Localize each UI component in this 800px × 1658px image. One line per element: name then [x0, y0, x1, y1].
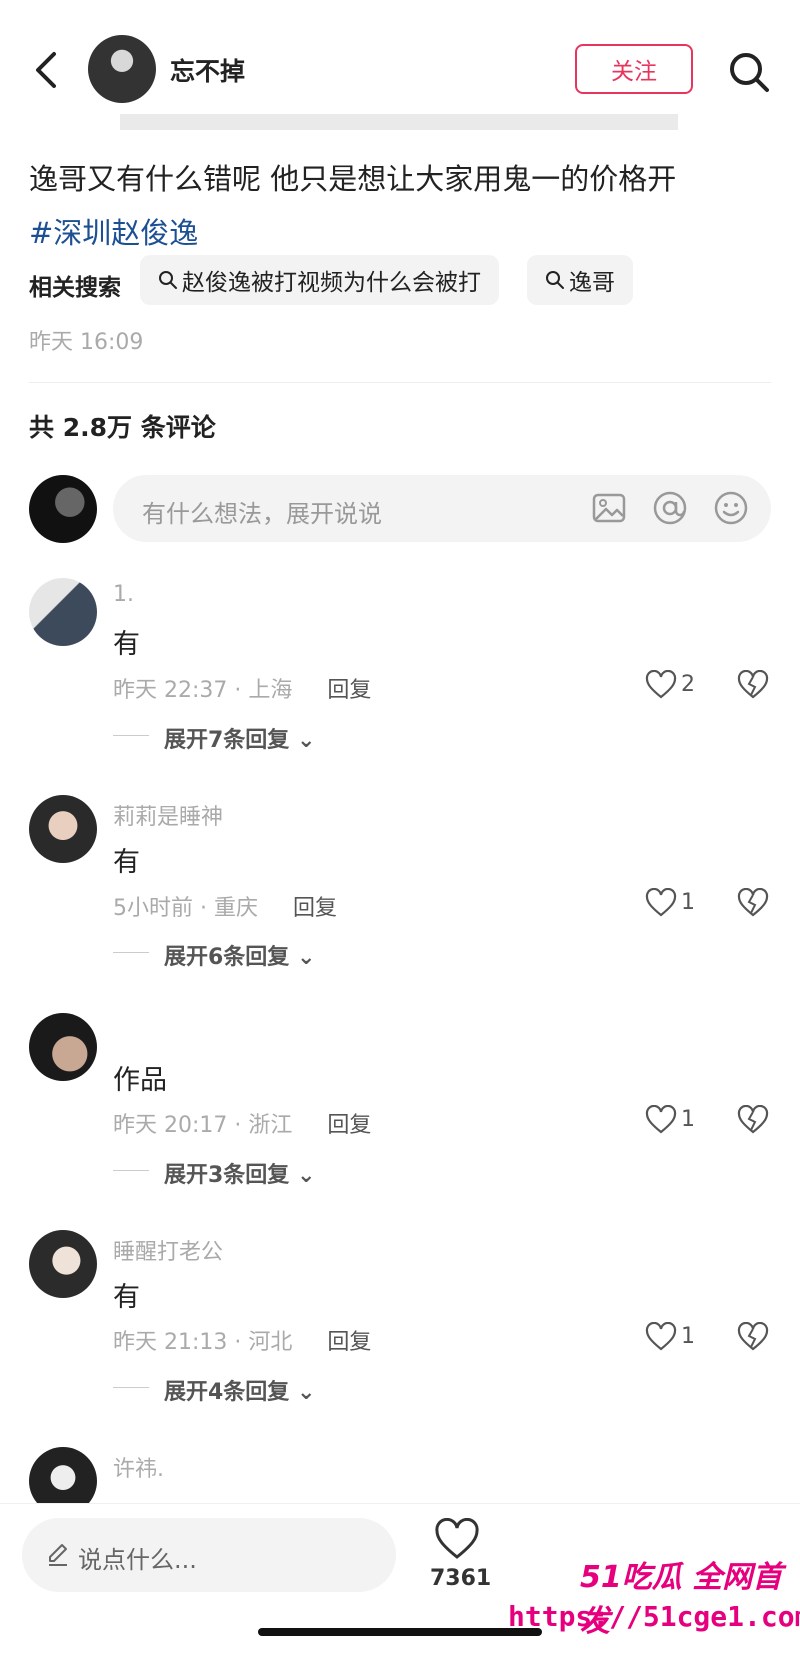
commenter-avatar[interactable]	[29, 795, 97, 863]
like-heart-icon[interactable]	[645, 1105, 677, 1135]
like-heart-icon[interactable]	[645, 1322, 677, 1352]
reply-button[interactable]: 回复	[327, 1330, 371, 1355]
commenter-name[interactable]: 许祎.	[113, 1451, 164, 1483]
comment-count: 共 2.8万 条评论	[29, 413, 216, 442]
dislike-heart-icon[interactable]	[737, 888, 769, 918]
related-search-text: 逸哥	[569, 270, 615, 296]
commenter-avatar[interactable]	[29, 1230, 97, 1298]
comment-text: 有	[113, 629, 140, 660]
expand-divider	[113, 952, 149, 953]
pencil-icon	[49, 1544, 67, 1566]
dislike-heart-icon[interactable]	[737, 1322, 769, 1352]
author-avatar[interactable]	[88, 35, 156, 103]
post-text: 逸哥又有什么错呢 他只是想让大家用鬼一的价格开	[29, 162, 677, 196]
like-post-heart-icon[interactable]	[434, 1518, 480, 1560]
current-user-avatar	[29, 475, 97, 543]
search-icon	[546, 271, 564, 289]
related-search-text: 赵俊逸被打视频为什么会被打	[182, 270, 481, 296]
comment-meta: 昨天 21:13 · 河北 回复	[113, 1324, 371, 1356]
comment-meta: 昨天 22:37 · 上海 回复	[113, 672, 371, 704]
post-caption: 逸哥又有什么错呢 他只是想让大家用鬼一的价格开 #深圳赵俊逸	[29, 152, 769, 260]
chevron-down-icon: ⌄	[296, 945, 316, 970]
comment-meta: 5小时前 · 重庆 回复	[113, 890, 337, 922]
watermark-url: https://51cge1.com	[508, 1600, 800, 1633]
commenter-name[interactable]: 莉莉是睡神	[113, 799, 223, 831]
search-icon[interactable]	[727, 50, 771, 94]
dislike-heart-icon[interactable]	[737, 670, 769, 700]
post-like-count: 7361	[430, 1566, 492, 1591]
chevron-down-icon: ⌄	[296, 728, 316, 753]
like-count: 1	[681, 1107, 695, 1132]
comment-time-location: 昨天 20:17 · 浙江	[113, 1113, 293, 1138]
expand-divider	[113, 1170, 149, 1171]
expand-replies-label: 展开4条回复	[164, 1380, 290, 1405]
comment-input-placeholder: 有什么想法，展开说说	[142, 500, 382, 528]
like-heart-icon[interactable]	[645, 670, 677, 700]
like-count: 1	[681, 1324, 695, 1349]
post-timestamp: 昨天 16:09	[29, 330, 144, 355]
search-icon	[159, 271, 177, 289]
commenter-name[interactable]: 睡醒打老公	[113, 1234, 223, 1266]
expand-replies-label: 展开7条回复	[164, 728, 290, 753]
expand-replies-label: 展开3条回复	[164, 1163, 290, 1188]
expand-divider	[113, 1387, 149, 1388]
comment-text: 有	[113, 1282, 140, 1313]
follow-button[interactable]: 关注	[575, 44, 693, 94]
emoji-icon[interactable]	[712, 489, 750, 527]
dislike-heart-icon[interactable]	[737, 1105, 769, 1135]
reply-button[interactable]: 回复	[327, 678, 371, 703]
related-search-chip[interactable]: 逸哥	[527, 255, 633, 305]
expand-replies-button[interactable]: 展开4条回复 ⌄	[164, 1374, 315, 1406]
commenter-name[interactable]: 1.	[113, 582, 134, 607]
post-image-edge	[120, 114, 678, 130]
commenter-avatar[interactable]	[29, 578, 97, 646]
home-indicator[interactable]	[258, 1628, 542, 1636]
expand-replies-button[interactable]: 展开3条回复 ⌄	[164, 1157, 315, 1189]
like-count: 2	[681, 672, 695, 697]
reply-button[interactable]: 回复	[293, 896, 337, 921]
chevron-down-icon: ⌄	[296, 1380, 316, 1405]
comment-time-location: 昨天 21:13 · 河北	[113, 1330, 293, 1355]
at-mention-icon[interactable]	[651, 489, 689, 527]
author-name[interactable]: 忘不掉	[170, 52, 245, 88]
say-something-placeholder: 说点什么...	[78, 1546, 197, 1574]
hashtag-link[interactable]: #深圳赵俊逸	[29, 206, 769, 260]
back-icon[interactable]	[28, 48, 68, 92]
commenter-avatar[interactable]	[29, 1013, 97, 1081]
comment-time-location: 5小时前 · 重庆	[113, 896, 258, 921]
comment-meta: 昨天 20:17 · 浙江 回复	[113, 1107, 371, 1139]
chevron-down-icon: ⌄	[296, 1163, 316, 1188]
divider	[29, 382, 771, 383]
comment-text: 有	[113, 847, 140, 878]
expand-replies-button[interactable]: 展开6条回复 ⌄	[164, 939, 315, 971]
comment-text: 作品	[113, 1065, 167, 1096]
like-count: 1	[681, 890, 695, 915]
comment-time-location: 昨天 22:37 · 上海	[113, 678, 293, 703]
related-search-chip[interactable]: 赵俊逸被打视频为什么会被打	[140, 255, 499, 305]
expand-replies-label: 展开6条回复	[164, 945, 290, 970]
image-icon[interactable]	[590, 489, 628, 527]
related-search-label: 相关搜索	[29, 275, 121, 301]
expand-divider	[113, 735, 149, 736]
like-heart-icon[interactable]	[645, 888, 677, 918]
reply-button[interactable]: 回复	[327, 1113, 371, 1138]
expand-replies-button[interactable]: 展开7条回复 ⌄	[164, 722, 315, 754]
